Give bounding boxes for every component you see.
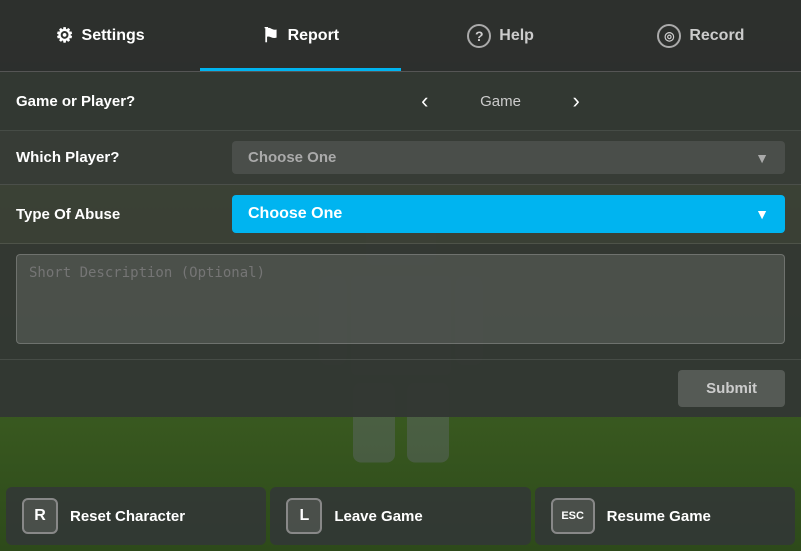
description-area: [0, 244, 801, 360]
game-player-label: Game or Player?: [16, 93, 216, 110]
abuse-type-row: Type Of Abuse Choose One ▼: [0, 185, 801, 244]
which-player-row: Which Player? Choose One ▼: [0, 131, 801, 185]
reset-key: R: [34, 507, 46, 525]
next-arrow-button[interactable]: ›: [565, 84, 588, 118]
reset-key-box: R: [22, 498, 58, 534]
resume-key: ESC: [561, 510, 584, 522]
prev-arrow-button[interactable]: ‹: [413, 84, 436, 118]
abuse-type-arrow-icon: ▼: [755, 206, 769, 222]
resume-label: Resume Game: [607, 508, 711, 525]
abuse-type-value: Choose One: [248, 205, 342, 223]
settings-label: Settings: [82, 27, 145, 45]
nav-settings[interactable]: ⚙ Settings: [0, 0, 200, 71]
record-icon: ◎: [657, 24, 681, 48]
leave-key: L: [299, 507, 309, 525]
resume-key-box: ESC: [551, 498, 595, 534]
game-player-value: Game: [461, 93, 541, 110]
report-icon: ⚑: [262, 23, 280, 48]
reset-label: Reset Character: [70, 508, 185, 525]
record-label: Record: [689, 27, 744, 45]
nav-report[interactable]: ⚑ Report: [200, 0, 400, 71]
report-panel: Game or Player? ‹ Game › Which Player? C…: [0, 72, 801, 417]
bottom-bar: R Reset Character L Leave Game ESC Resum…: [0, 481, 801, 551]
abuse-type-label: Type Of Abuse: [16, 206, 216, 223]
resume-game-button[interactable]: ESC Resume Game: [535, 487, 795, 545]
leave-key-box: L: [286, 498, 322, 534]
settings-icon: ⚙: [56, 23, 74, 48]
leave-label: Leave Game: [334, 508, 422, 525]
abuse-type-dropdown[interactable]: Choose One ▼: [232, 195, 785, 233]
leave-game-button[interactable]: L Leave Game: [270, 487, 530, 545]
game-player-controls: ‹ Game ›: [216, 84, 785, 118]
which-player-label: Which Player?: [16, 149, 216, 166]
submit-button[interactable]: Submit: [678, 370, 785, 407]
which-player-dropdown[interactable]: Choose One ▼: [232, 141, 785, 174]
submit-row: Submit: [0, 360, 801, 417]
which-player-arrow-icon: ▼: [755, 150, 769, 166]
description-input[interactable]: [16, 254, 785, 344]
top-navigation: ⚙ Settings ⚑ Report ? Help ◎ Record: [0, 0, 801, 72]
game-player-row: Game or Player? ‹ Game ›: [0, 72, 801, 131]
help-label: Help: [499, 27, 534, 45]
nav-help[interactable]: ? Help: [401, 0, 601, 71]
help-icon: ?: [467, 24, 491, 48]
reset-character-button[interactable]: R Reset Character: [6, 487, 266, 545]
which-player-value: Choose One: [248, 149, 336, 166]
nav-record[interactable]: ◎ Record: [601, 0, 801, 71]
report-label: Report: [288, 27, 340, 45]
